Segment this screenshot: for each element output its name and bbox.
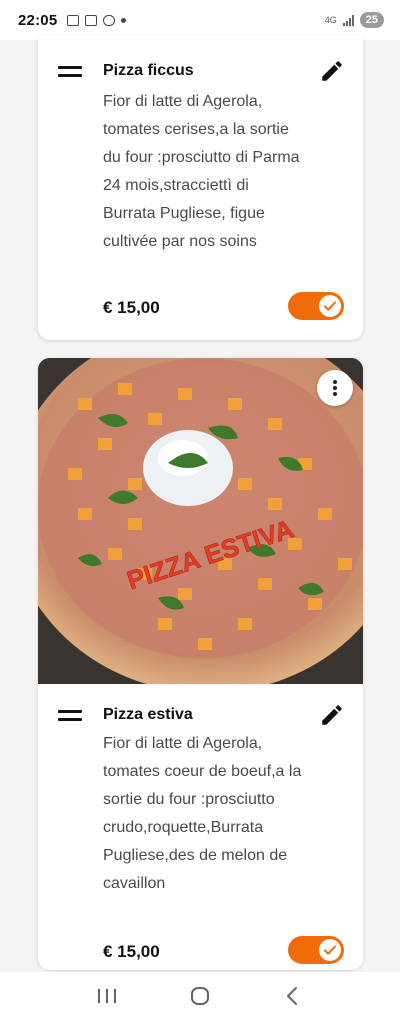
pencil-icon[interactable] [319, 58, 345, 84]
check-icon [324, 301, 336, 311]
notification-icons [67, 14, 127, 26]
system-navigation-bar [0, 972, 400, 1024]
cloud-icon [103, 14, 116, 26]
network-type: 4G [324, 15, 337, 25]
item-description: Fior di latte di Agerola, tomates coeur … [103, 735, 302, 892]
item-price: € 15,00 [103, 298, 160, 317]
item-description: Fior di latte di Agerola, tomates cerise… [103, 93, 300, 250]
item-title: Pizza ficcus [103, 62, 194, 79]
status-bar: 22:05 4G 25 [0, 0, 400, 40]
signal-icon [342, 14, 354, 26]
drag-handle-icon[interactable] [58, 64, 82, 78]
pencil-icon[interactable] [319, 702, 345, 728]
home-icon[interactable] [189, 985, 211, 1012]
item-price: € 15,00 [103, 942, 160, 961]
app-notification-icon [85, 14, 98, 26]
status-right: 4G 25 [325, 12, 384, 28]
menu-item-card: Pizza ficcus Fior di latte di Agerola, t… [38, 36, 363, 340]
more-vertical-icon[interactable] [317, 370, 353, 406]
card-header: Pizza estiva [38, 700, 363, 730]
check-icon [324, 945, 336, 955]
status-time: 22:05 [18, 11, 58, 29]
card-header: Pizza ficcus [38, 56, 363, 86]
toggle-knob [319, 939, 341, 961]
pizza-image: PIZZA ESTIVA [38, 358, 363, 693]
back-icon[interactable] [282, 985, 304, 1012]
toggle-knob [319, 295, 341, 317]
item-title: Pizza estiva [103, 706, 193, 723]
recent-apps-icon[interactable] [96, 986, 118, 1011]
availability-toggle[interactable] [288, 292, 344, 320]
availability-toggle[interactable] [288, 936, 344, 964]
menu-item-card: PIZZA ESTIVA Pizza estiva Fior di latte … [38, 358, 363, 970]
drag-handle-icon[interactable] [58, 708, 82, 722]
screenshot-icon [67, 14, 80, 26]
more-notifications-dot-icon [121, 17, 127, 23]
battery-level: 25 [359, 12, 384, 28]
pizza-photo: PIZZA ESTIVA [38, 358, 363, 693]
